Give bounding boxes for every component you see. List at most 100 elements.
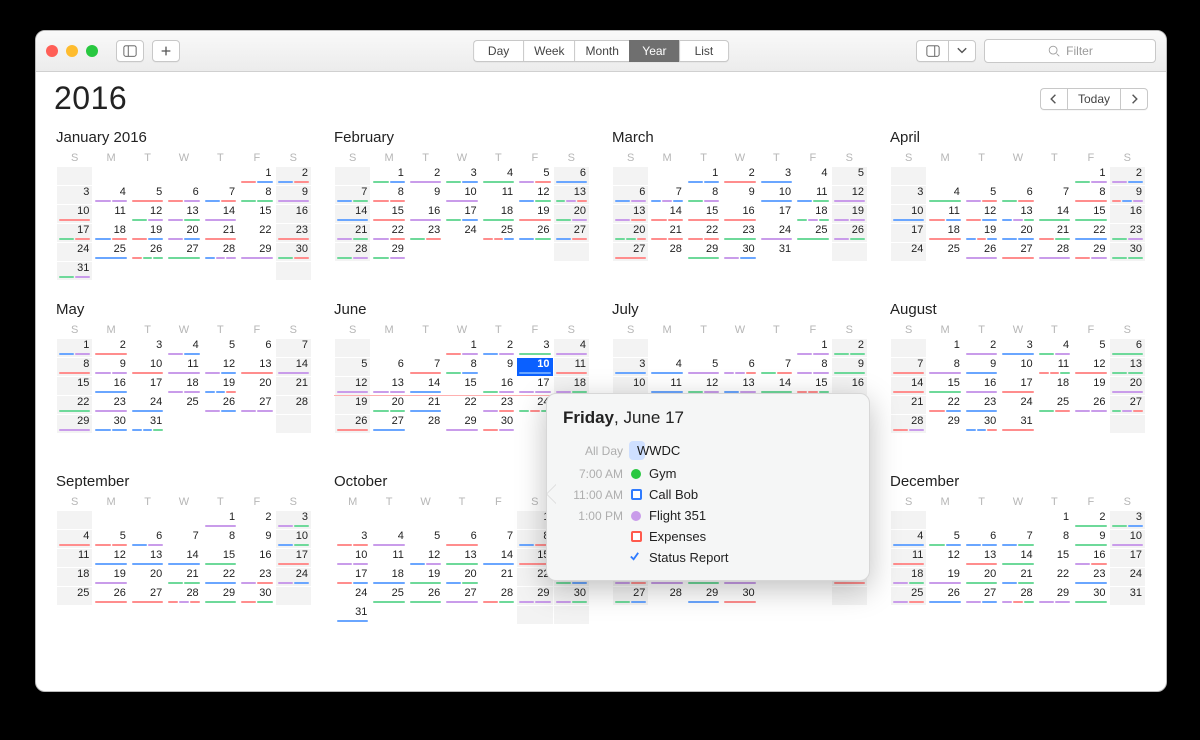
day-cell[interactable]: 25 [480, 224, 516, 243]
day-cell[interactable]: 13 [444, 549, 480, 568]
day-cell[interactable]: 4 [166, 339, 202, 358]
day-cell[interactable]: 28 [1000, 587, 1036, 606]
day-cell[interactable]: 23 [407, 224, 443, 243]
day-cell[interactable]: 25 [1036, 396, 1072, 415]
day-cell[interactable]: 11 [891, 549, 927, 568]
day-cell[interactable]: 28 [166, 587, 202, 606]
day-cell[interactable]: 2 [275, 167, 311, 186]
day-cell[interactable]: 30 [275, 243, 311, 262]
day-cell[interactable]: 8 [1036, 530, 1072, 549]
day-cell[interactable]: 16 [722, 205, 758, 224]
day-cell[interactable]: 27 [371, 415, 407, 434]
day-cell[interactable] [649, 167, 685, 186]
day-cell[interactable]: 31 [758, 243, 794, 262]
event-row[interactable]: 11:00 AMCall Bob [563, 484, 853, 505]
day-cell[interactable]: 5 [831, 167, 867, 186]
day-cell[interactable]: 18 [93, 224, 129, 243]
day-cell[interactable]: 26 [1073, 396, 1109, 415]
day-cell[interactable]: 9 [722, 186, 758, 205]
day-cell[interactable]: 23 [722, 224, 758, 243]
day-cell[interactable]: 7 [166, 530, 202, 549]
day-cell[interactable]: 17 [891, 224, 927, 243]
close-window-button[interactable] [46, 45, 58, 57]
day-cell[interactable] [239, 415, 275, 434]
appearance-menu-button[interactable] [948, 40, 976, 62]
day-cell[interactable] [685, 339, 721, 358]
day-cell[interactable]: 11 [480, 186, 516, 205]
day-cell[interactable]: 19 [927, 568, 963, 587]
day-cell[interactable]: 5 [517, 167, 553, 186]
day-cell[interactable]: 18 [891, 568, 927, 587]
day-cell[interactable]: 22 [371, 224, 407, 243]
day-cell[interactable] [444, 606, 480, 625]
day-cell[interactable] [722, 339, 758, 358]
day-cell[interactable]: 10 [1000, 358, 1036, 377]
view-week-button[interactable]: Week [523, 40, 574, 62]
day-cell[interactable]: 1 [202, 511, 238, 530]
day-cell[interactable]: 16 [407, 205, 443, 224]
day-cell[interactable]: 3 [891, 186, 927, 205]
day-cell[interactable]: 28 [407, 415, 443, 434]
view-year-button[interactable]: Year [629, 40, 679, 62]
day-cell[interactable]: 14 [1036, 205, 1072, 224]
day-cell[interactable] [371, 606, 407, 625]
day-cell[interactable]: 13 [553, 186, 589, 205]
day-cell[interactable]: 2 [963, 339, 999, 358]
day-cell[interactable]: 3 [275, 511, 311, 530]
day-cell[interactable]: 4 [1036, 339, 1072, 358]
day-cell[interactable]: 30 [1109, 243, 1145, 262]
day-cell[interactable]: 1 [1036, 511, 1072, 530]
day-cell[interactable] [517, 243, 553, 262]
day-cell[interactable] [1109, 415, 1145, 434]
day-cell[interactable]: 10 [57, 205, 93, 224]
day-cell[interactable]: 16 [239, 549, 275, 568]
day-cell[interactable] [202, 167, 238, 186]
day-cell[interactable]: 4 [93, 186, 129, 205]
day-cell[interactable]: 2 [1073, 511, 1109, 530]
day-cell[interactable]: 14 [275, 358, 311, 377]
day-cell[interactable]: 1 [371, 167, 407, 186]
day-cell[interactable]: 28 [1036, 243, 1072, 262]
day-cell[interactable]: 28 [891, 415, 927, 434]
add-event-button[interactable] [152, 40, 180, 62]
day-cell[interactable]: 6 [129, 530, 165, 549]
day-cell[interactable]: 10 [758, 186, 794, 205]
day-cell[interactable]: 1 [57, 339, 93, 358]
day-cell[interactable]: 20 [553, 205, 589, 224]
day-cell[interactable]: 14 [202, 205, 238, 224]
day-cell[interactable]: 17 [1000, 377, 1036, 396]
day-cell[interactable] [239, 262, 275, 281]
day-cell[interactable]: 18 [795, 205, 831, 224]
day-cell[interactable]: 3 [129, 339, 165, 358]
day-cell[interactable] [831, 587, 867, 606]
day-cell[interactable]: 9 [407, 186, 443, 205]
day-cell[interactable]: 14 [649, 205, 685, 224]
day-cell[interactable]: 12 [1073, 358, 1109, 377]
day-cell[interactable] [963, 511, 999, 530]
day-cell[interactable]: 26 [831, 224, 867, 243]
day-cell[interactable]: 6 [166, 186, 202, 205]
day-cell[interactable]: 29 [57, 415, 93, 434]
day-cell[interactable]: 24 [758, 224, 794, 243]
day-cell[interactable]: 16 [963, 377, 999, 396]
day-cell[interactable]: 12 [129, 205, 165, 224]
day-cell[interactable]: 4 [480, 167, 516, 186]
day-cell[interactable]: 21 [649, 224, 685, 243]
day-cell[interactable]: 1 [795, 339, 831, 358]
day-cell[interactable]: 11 [166, 358, 202, 377]
day-cell[interactable]: 11 [927, 205, 963, 224]
day-cell[interactable]: 10 [129, 358, 165, 377]
day-cell[interactable]: 19 [407, 568, 443, 587]
day-cell[interactable]: 28 [335, 243, 371, 262]
day-cell[interactable]: 3 [517, 339, 553, 358]
day-cell[interactable]: 12 [963, 205, 999, 224]
day-cell[interactable]: 8 [444, 358, 480, 377]
day-cell[interactable] [831, 243, 867, 262]
day-cell[interactable]: 23 [1109, 224, 1145, 243]
day-cell[interactable]: 5 [202, 339, 238, 358]
day-cell[interactable] [93, 511, 129, 530]
day-cell[interactable] [407, 339, 443, 358]
day-cell[interactable] [795, 243, 831, 262]
day-cell[interactable]: 21 [480, 568, 516, 587]
day-cell[interactable]: 9 [1109, 186, 1145, 205]
